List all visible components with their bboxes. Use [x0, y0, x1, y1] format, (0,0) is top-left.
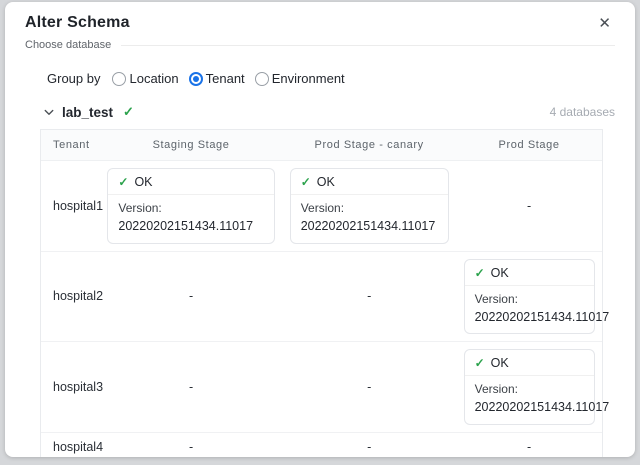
- status-card-body: Version: 20220202151434.11017: [465, 286, 594, 334]
- tenant-name: hospital4: [41, 433, 100, 457]
- stage-cell: ✓ OK Version: 20220202151434.11017: [456, 342, 602, 433]
- version-label: Version:: [118, 200, 263, 217]
- table-row: hospital2 - - ✓ OK Version: 202202021514…: [41, 252, 602, 343]
- radio-environment[interactable]: Environment: [255, 71, 345, 86]
- check-icon: ✓: [301, 175, 311, 189]
- status-label: OK: [134, 175, 152, 189]
- table-row: hospital3 - - ✓ OK Version: 202202021514…: [41, 342, 602, 433]
- database-group-row: lab_test ✓ 4 databases: [42, 104, 615, 120]
- page-title: Alter Schema: [25, 14, 130, 32]
- status-card[interactable]: ✓ OK Version: 20220202151434.11017: [290, 168, 449, 244]
- check-icon: ✓: [475, 266, 485, 280]
- close-icon[interactable]: ✕: [594, 14, 615, 33]
- status-label: OK: [491, 356, 509, 370]
- table-row: hospital1 ✓ OK Version: 20220202151434.1…: [41, 161, 602, 252]
- modal-subtitle: Choose database: [25, 39, 111, 51]
- modal-subtitle-row: Choose database: [25, 39, 615, 51]
- status-card-body: Version: 20220202151434.11017: [465, 376, 594, 424]
- table-header-row: Tenant Staging Stage Prod Stage - canary…: [41, 130, 602, 161]
- radio-unselected-icon: [255, 72, 269, 86]
- status-card-header: ✓ OK: [465, 350, 594, 376]
- status-card[interactable]: ✓ OK Version: 20220202151434.11017: [464, 259, 595, 335]
- group-by-label: Group by: [47, 71, 100, 86]
- version-value: 20220202151434.11017: [301, 217, 438, 235]
- stage-cell-empty: -: [282, 252, 456, 343]
- radio-location-label: Location: [129, 71, 178, 86]
- stage-cell-empty: -: [100, 252, 282, 343]
- version-value: 20220202151434.11017: [118, 217, 263, 235]
- status-card-body: Version: 20220202151434.11017: [291, 195, 448, 243]
- stage-cell-empty: -: [282, 342, 456, 433]
- group-by-row: Group by Location Tenant Environment: [47, 71, 615, 86]
- radio-unselected-icon: [112, 72, 126, 86]
- status-label: OK: [491, 266, 509, 280]
- radio-environment-label: Environment: [272, 71, 345, 86]
- stage-cell: ✓ OK Version: 20220202151434.11017: [456, 252, 602, 343]
- check-icon: ✓: [123, 104, 134, 120]
- tenant-name: hospital1: [41, 161, 100, 252]
- stage-cell-empty: -: [282, 433, 456, 457]
- version-label: Version:: [301, 200, 438, 217]
- group-name[interactable]: lab_test: [62, 105, 113, 120]
- tenant-name: hospital2: [41, 252, 100, 343]
- tenant-name: hospital3: [41, 342, 100, 433]
- database-table: Tenant Staging Stage Prod Stage - canary…: [40, 129, 603, 457]
- chevron-down-icon[interactable]: [42, 105, 56, 119]
- modal-header: Alter Schema ✕: [25, 14, 615, 33]
- status-card-header: ✓ OK: [465, 260, 594, 286]
- column-header-tenant: Tenant: [41, 130, 100, 161]
- stage-cell-empty: -: [100, 433, 282, 457]
- stage-cell-empty: -: [456, 161, 602, 252]
- check-icon: ✓: [475, 356, 485, 370]
- radio-tenant[interactable]: Tenant: [189, 71, 245, 86]
- version-label: Version:: [475, 291, 584, 308]
- status-card-header: ✓ OK: [108, 169, 273, 195]
- stage-cell-empty: -: [100, 342, 282, 433]
- version-value: 20220202151434.11017: [475, 398, 584, 416]
- status-card-body: Version: 20220202151434.11017: [108, 195, 273, 243]
- status-label: OK: [317, 175, 335, 189]
- stage-cell: ✓ OK Version: 20220202151434.11017: [282, 161, 456, 252]
- status-card[interactable]: ✓ OK Version: 20220202151434.11017: [464, 349, 595, 425]
- table-row: hospital4 - - -: [41, 433, 602, 457]
- database-count: 4 databases: [550, 105, 615, 119]
- stage-cell-empty: -: [456, 433, 602, 457]
- check-icon: ✓: [118, 175, 128, 189]
- status-card-header: ✓ OK: [291, 169, 448, 195]
- column-header-prod-canary: Prod Stage - canary: [282, 130, 456, 161]
- version-value: 20220202151434.11017: [475, 308, 584, 326]
- stage-cell: ✓ OK Version: 20220202151434.11017: [100, 161, 282, 252]
- column-header-prod: Prod Stage: [456, 130, 602, 161]
- column-header-staging: Staging Stage: [100, 130, 282, 161]
- alter-schema-modal: Alter Schema ✕ Choose database Group by …: [5, 2, 635, 457]
- divider: [121, 45, 615, 46]
- version-label: Version:: [475, 381, 584, 398]
- radio-selected-icon: [189, 72, 203, 86]
- status-card[interactable]: ✓ OK Version: 20220202151434.11017: [107, 168, 274, 244]
- radio-tenant-label: Tenant: [206, 71, 245, 86]
- radio-location[interactable]: Location: [112, 71, 178, 86]
